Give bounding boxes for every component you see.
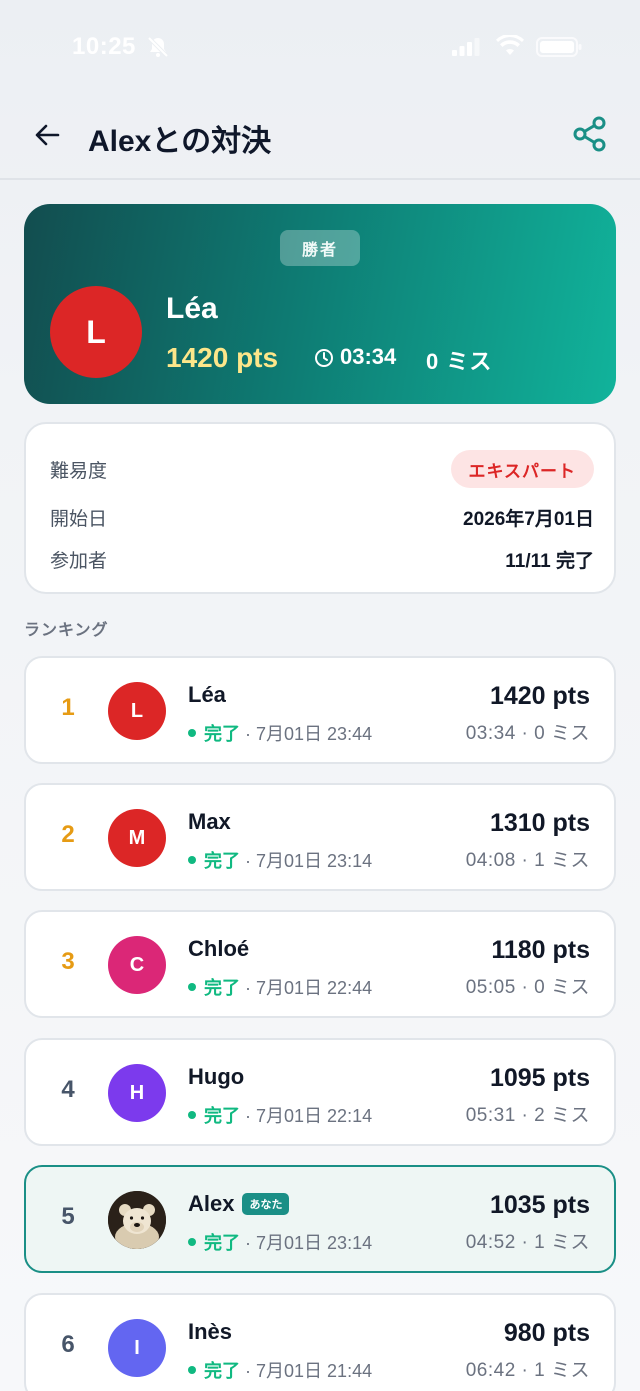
player-name: Max	[188, 809, 231, 835]
signal-icon	[452, 38, 480, 56]
clock-icon	[315, 349, 333, 367]
player-name-text: Hugo	[188, 1064, 245, 1089]
status-done: 完了	[204, 1233, 240, 1253]
start-date-value: 2026年7月01日	[463, 509, 594, 530]
rank-number: 5	[61, 1203, 75, 1230]
status-dot	[188, 856, 196, 864]
battery-icon	[536, 37, 582, 57]
winner-card: 勝者 L Léa 1420 pts 03:34 0 ミス	[24, 204, 616, 404]
player-time-misses: 05:31 · 2 ミス	[465, 1105, 590, 1126]
you-badge: あなた	[242, 1193, 290, 1215]
finish-datetime: · 7月01日 22:44	[245, 978, 373, 998]
difficulty-row: 難易度 エキスパート	[50, 448, 594, 488]
bell-off-icon	[147, 36, 169, 58]
player-name-text: Max	[188, 809, 231, 834]
share-button[interactable]	[570, 114, 610, 154]
status-dot	[188, 1366, 196, 1374]
arrow-left-icon	[35, 124, 60, 146]
player-name: Hugo	[188, 1064, 244, 1090]
ranking-row-current-user[interactable]: 5 Alex あなた 完了 · 7月01日 23:14 1035 pts 04:5…	[24, 1165, 616, 1273]
player-name: Chloé	[188, 936, 249, 962]
participants-value: 11/11 完了	[505, 551, 594, 572]
winner-badge: 勝者	[280, 230, 360, 266]
participants-label: 参加者	[50, 551, 108, 572]
winner-name: Léa	[166, 292, 218, 325]
finish-datetime: · 7月01日 23:14	[245, 1233, 373, 1253]
player-name: Alex あなた	[188, 1191, 290, 1217]
avatar: H	[108, 1064, 166, 1122]
status-dot	[188, 729, 196, 737]
ranking-row[interactable]: 2 M Max 完了 · 7月01日 23:14 1310 pts 04:08 …	[24, 783, 616, 891]
winner-time: 03:34	[340, 344, 397, 369]
difficulty-label: 難易度	[50, 461, 108, 482]
status-dot	[188, 983, 196, 991]
avatar: I	[108, 1319, 166, 1377]
avatar: M	[108, 809, 166, 867]
rank-number: 3	[61, 948, 75, 975]
rank-number: 6	[61, 1331, 75, 1358]
ranking-row[interactable]: 4 H Hugo 完了 · 7月01日 22:14 1095 pts 05:31…	[24, 1038, 616, 1146]
player-time-misses: 05:05 · 0 ミス	[465, 977, 590, 998]
player-points: 1035 pts	[489, 1191, 590, 1219]
player-name-text: Inès	[188, 1319, 233, 1344]
status-done: 完了	[204, 978, 240, 998]
rank-number: 2	[61, 821, 75, 848]
player-points: 1180 pts	[491, 936, 590, 964]
back-button[interactable]	[30, 118, 64, 152]
avatar: L	[108, 682, 166, 740]
status-done: 完了	[204, 851, 240, 871]
rank-number: 1	[61, 694, 75, 721]
player-status: 完了 · 7月01日 21:44	[188, 1357, 372, 1383]
finish-datetime: · 7月01日 21:44	[245, 1361, 373, 1381]
challenge-info-card: 難易度 エキスパート 開始日 2026年7月01日 参加者 11/11 完了	[24, 422, 616, 594]
status-time: 10:25	[72, 33, 136, 60]
player-points: 1310 pts	[489, 809, 590, 837]
ranking-row[interactable]: 6 I Inès 完了 · 7月01日 21:44 980 pts 06:42 …	[24, 1293, 616, 1391]
player-status: 完了 · 7月01日 22:44	[188, 974, 372, 1000]
start-date-row: 開始日 2026年7月01日	[50, 496, 594, 536]
finish-datetime: · 7月01日 23:14	[245, 851, 373, 871]
ranking-row[interactable]: 1 L Léa 完了 · 7月01日 23:44 1420 pts 03:34 …	[24, 656, 616, 764]
rank-number: 4	[61, 1076, 75, 1103]
player-time-misses: 04:08 · 1 ミス	[465, 850, 590, 871]
wifi-icon	[496, 35, 524, 55]
player-name-text: Alex	[188, 1191, 235, 1216]
share-icon	[573, 116, 606, 152]
player-status: 完了 · 7月01日 23:14	[188, 847, 372, 873]
player-status: 完了 · 7月01日 22:14	[188, 1102, 372, 1128]
status-done: 完了	[204, 1361, 240, 1381]
status-dot	[188, 1111, 196, 1119]
finish-datetime: · 7月01日 23:44	[245, 724, 373, 744]
ranking-section-label: ランキング	[24, 622, 109, 639]
player-points: 1420 pts	[489, 682, 590, 710]
player-name: Léa	[188, 682, 226, 708]
player-points: 1095 pts	[489, 1064, 590, 1092]
app-header: Alexとの対決	[0, 92, 640, 180]
ranking-row[interactable]: 3 C Chloé 完了 · 7月01日 22:44 1180 pts 05:0…	[24, 910, 616, 1018]
difficulty-badge: エキスパート	[450, 450, 594, 488]
winner-avatar: L	[50, 286, 142, 378]
status-dot	[188, 1238, 196, 1246]
player-name-text: Chloé	[188, 936, 250, 961]
player-status: 完了 · 7月01日 23:44	[188, 720, 372, 746]
status-bar: 10:25	[0, 0, 640, 92]
page-title: Alexとの対決	[88, 125, 272, 158]
player-name-text: Léa	[188, 682, 226, 707]
player-time-misses: 03:34 · 0 ミス	[465, 723, 590, 744]
player-points: 980 pts	[503, 1319, 590, 1347]
player-time-misses: 06:42 · 1 ミス	[465, 1360, 590, 1381]
player-time-misses: 04:52 · 1 ミス	[465, 1232, 590, 1253]
start-date-label: 開始日	[50, 509, 108, 530]
finish-datetime: · 7月01日 22:14	[245, 1106, 373, 1126]
participants-row: 参加者 11/11 完了	[50, 538, 594, 578]
player-status: 完了 · 7月01日 23:14	[188, 1229, 372, 1255]
winner-points: 1420 pts	[166, 342, 279, 373]
status-done: 完了	[204, 1106, 240, 1126]
avatar: C	[108, 936, 166, 994]
winner-misses: 0 ミス	[426, 349, 493, 374]
status-done: 完了	[204, 724, 240, 744]
polar-bear-avatar-image	[108, 1191, 166, 1249]
player-name: Inès	[188, 1319, 232, 1345]
avatar	[108, 1191, 166, 1249]
